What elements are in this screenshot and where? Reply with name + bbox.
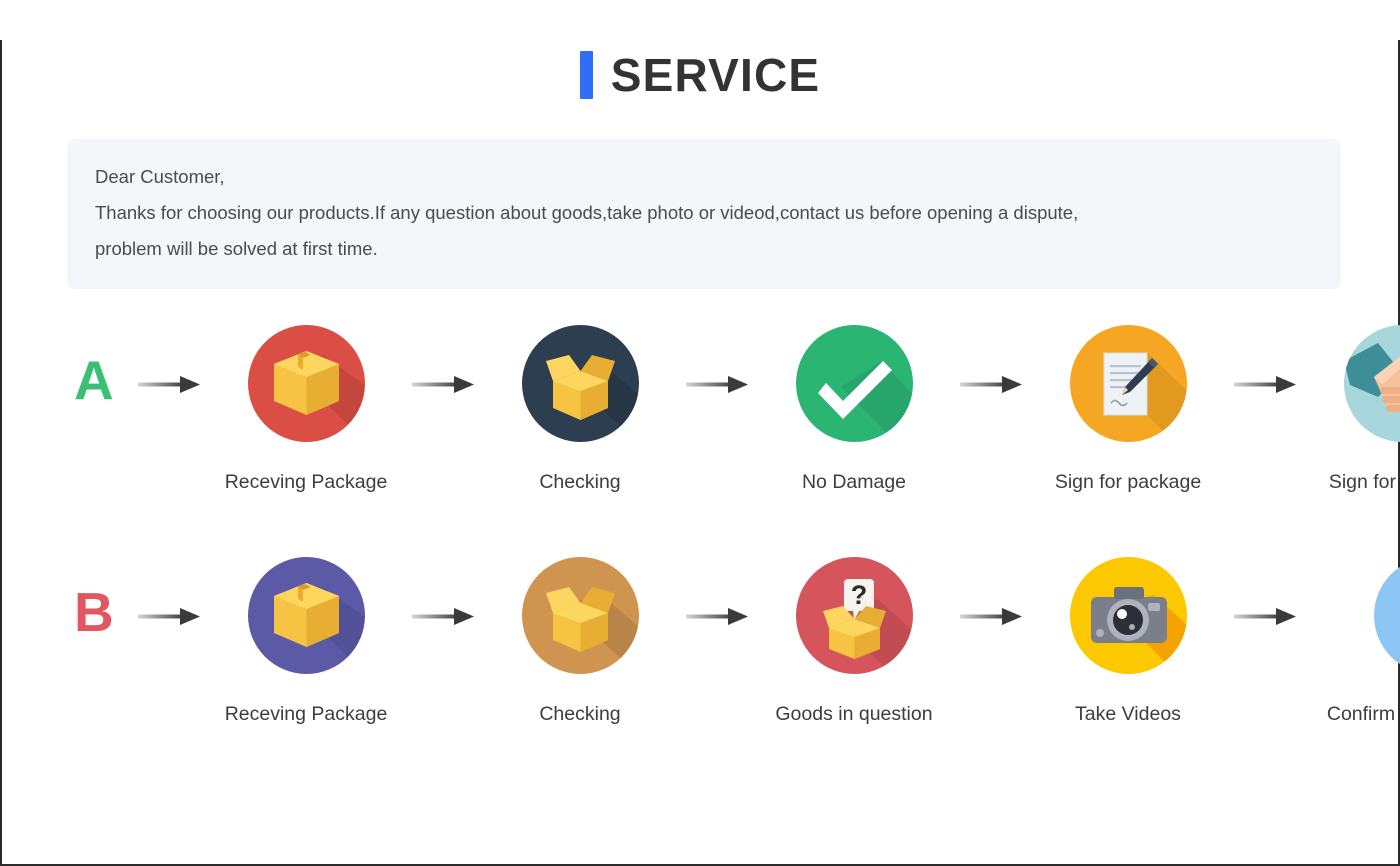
arrow-right-icon — [406, 557, 480, 677]
arrow-right-icon — [132, 557, 206, 677]
flow-step-b3: ? Goods in question — [754, 557, 954, 731]
arrow-right-icon — [1228, 557, 1302, 677]
flow-step-label: Checking — [480, 698, 680, 731]
flow-step-a3: No Damage — [754, 325, 954, 499]
arrow-right-icon — [954, 557, 1028, 677]
page-title: SERVICE — [2, 40, 1398, 110]
sign-document-icon — [1070, 325, 1187, 442]
flow-step-label: Take Videos — [1028, 698, 1228, 731]
flow-step-b2: Checking — [480, 557, 680, 731]
flow-step-label: Receving Package — [206, 698, 406, 731]
flow-step-a5: Sign for package — [1302, 325, 1400, 499]
package-box-icon — [248, 325, 365, 442]
flow-step-b4: Take Videos — [1028, 557, 1228, 731]
camera-icon — [1070, 557, 1187, 674]
open-box-icon — [522, 325, 639, 442]
svg-text:?: ? — [850, 580, 867, 610]
arrow-right-icon — [132, 325, 206, 445]
checkmark-icon — [796, 325, 913, 442]
open-box-icon — [522, 557, 639, 674]
flow-row-b: B Receving Package — [2, 557, 1398, 764]
support-agent-icon — [1374, 557, 1400, 674]
arrow-right-icon — [954, 325, 1028, 445]
flow-step-a4: Sign for package — [1028, 325, 1228, 499]
flow-label-a: A — [74, 325, 132, 408]
flow-label-b: B — [74, 557, 132, 640]
arrow-right-icon — [406, 325, 480, 445]
notice-line-1: Dear Customer, — [95, 159, 1313, 195]
customer-notice: Dear Customer, Thanks for choosing our p… — [67, 139, 1341, 289]
notice-line-2: Thanks for choosing our products.If any … — [95, 195, 1313, 231]
flow-step-a1: Receving Package — [206, 325, 406, 499]
flow-step-label: Confirm problem,refund money — [1302, 698, 1400, 764]
flow-step-label: Sign for package — [1302, 466, 1400, 499]
question-box-icon: ? — [796, 557, 913, 674]
notice-line-3: problem will be solved at first time. — [95, 231, 1313, 267]
flow-step-a2: Checking — [480, 325, 680, 499]
flow-step-label: No Damage — [754, 466, 954, 499]
flow-step-b1: Receving Package — [206, 557, 406, 731]
flow-row-a: A Receving Package — [2, 325, 1398, 499]
title-text: SERVICE — [611, 52, 821, 98]
flow-step-b5: Confirm problem,refund money — [1302, 557, 1400, 764]
title-accent-bar — [580, 51, 593, 99]
flow-step-label: Checking — [480, 466, 680, 499]
arrow-right-icon — [1228, 325, 1302, 445]
arrow-right-icon — [680, 325, 754, 445]
flow-step-label: Sign for package — [1028, 466, 1228, 499]
flow-step-label: Goods in question — [754, 698, 954, 731]
arrow-right-icon — [680, 557, 754, 677]
handshake-icon — [1344, 325, 1400, 442]
flow-step-label: Receving Package — [206, 466, 406, 499]
package-box-icon — [248, 557, 365, 674]
